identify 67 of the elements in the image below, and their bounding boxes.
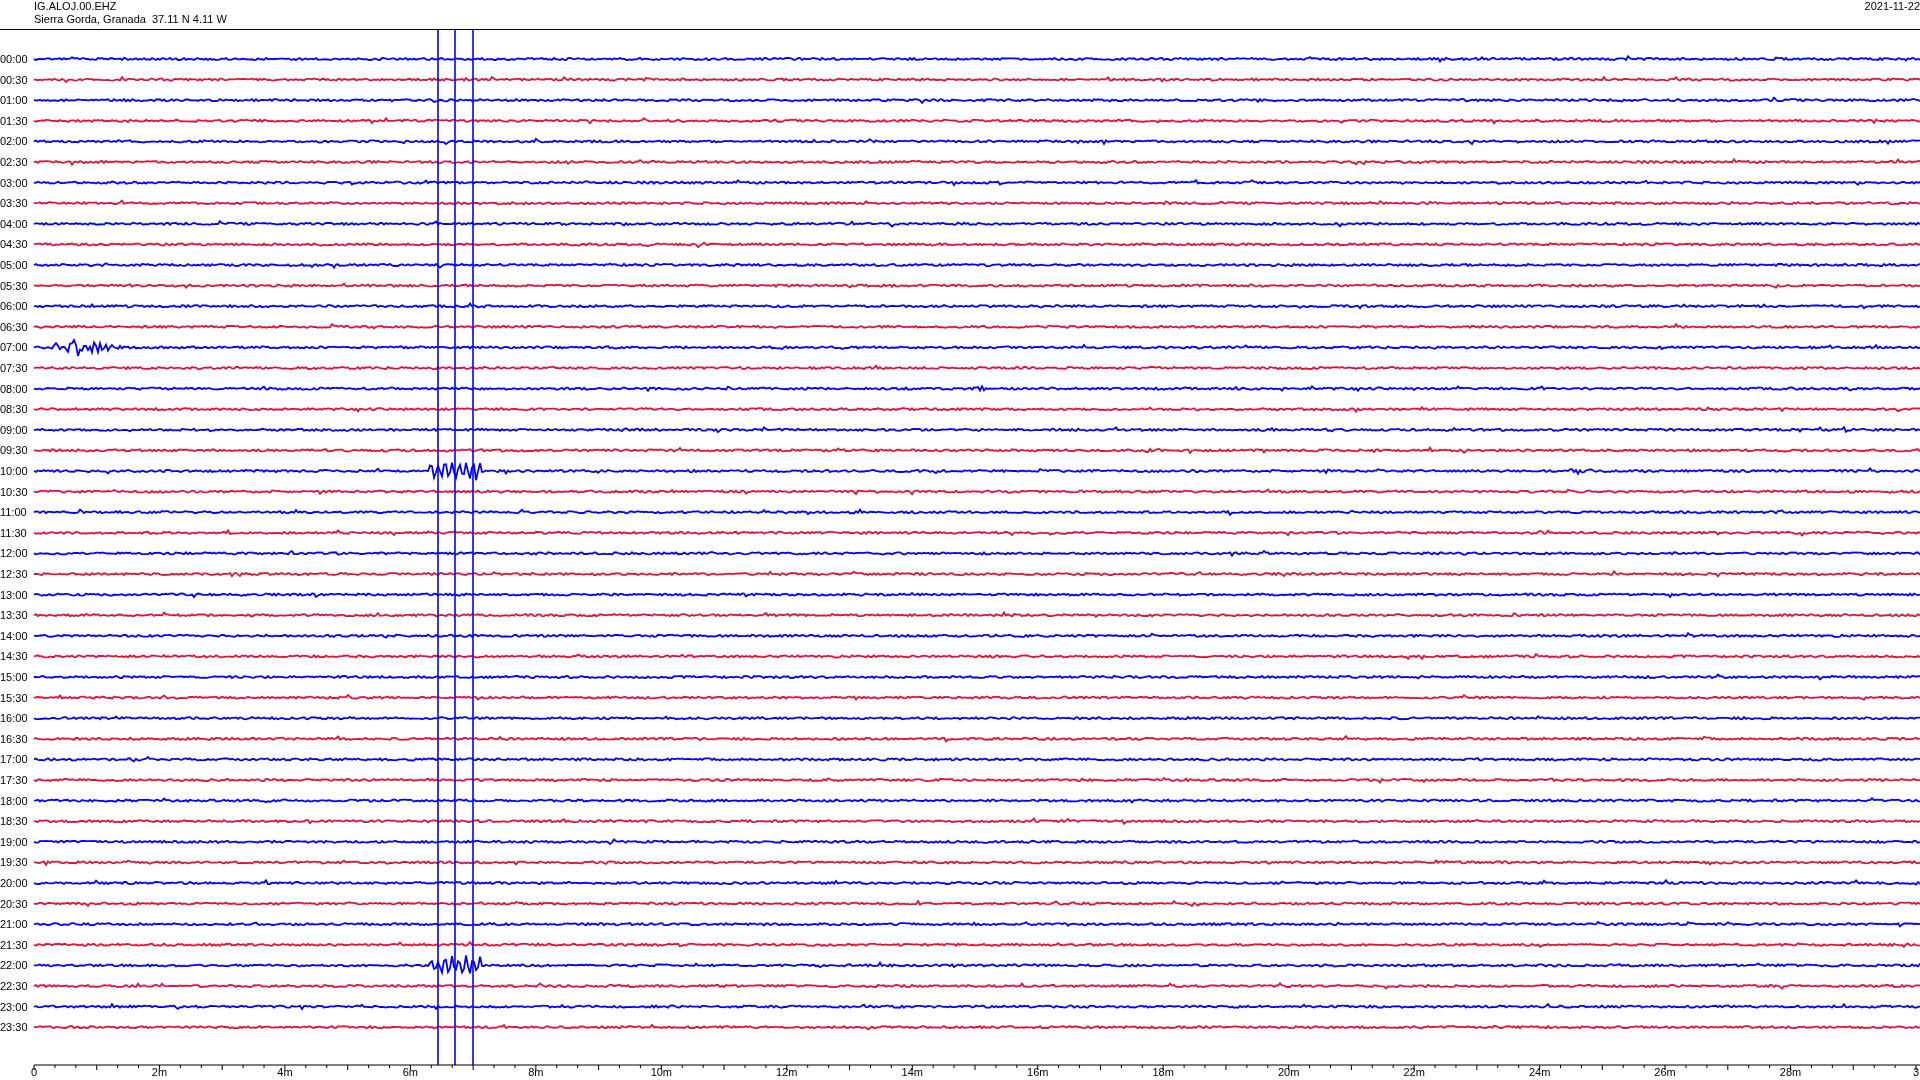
- axis-tick-label: 26m: [1654, 1066, 1676, 1078]
- time-label: 01:30: [0, 114, 28, 127]
- time-label: 03:00: [0, 176, 28, 189]
- time-label: 04:00: [0, 217, 28, 230]
- axis-tick-label: 0: [31, 1066, 38, 1078]
- time-label: 20:30: [0, 897, 28, 910]
- time-label: 11:00: [0, 506, 27, 519]
- time-label: 06:00: [0, 300, 28, 313]
- axis-tick-label: 14m: [901, 1066, 923, 1078]
- time-label: 23:00: [0, 1000, 28, 1013]
- time-label: 22:00: [0, 959, 28, 972]
- time-label: 08:30: [0, 403, 28, 416]
- time-label: 05:30: [0, 279, 28, 292]
- time-label: 09:00: [0, 423, 28, 436]
- time-label: 15:30: [0, 691, 28, 704]
- axis-tick-label: 8m: [528, 1066, 544, 1078]
- time-label: 08:00: [0, 382, 28, 395]
- time-label: 16:30: [0, 732, 28, 745]
- axis-tick-label: 20m: [1277, 1066, 1300, 1078]
- time-label: 07:00: [0, 341, 28, 354]
- time-label: 06:30: [0, 320, 28, 333]
- date-label: 2021-11-22: [1864, 0, 1920, 13]
- time-label: 18:30: [0, 815, 28, 828]
- time-label: 19:00: [0, 835, 28, 848]
- time-label: 04:30: [0, 238, 28, 251]
- time-label: 00:30: [0, 73, 28, 86]
- time-label: 02:30: [0, 156, 28, 168]
- time-label: 07:30: [0, 362, 28, 374]
- time-label: 12:00: [0, 547, 28, 560]
- axis-tick-label: 16m: [1027, 1066, 1049, 1078]
- time-label: 14:30: [0, 650, 28, 663]
- axis-tick-label: 10m: [650, 1066, 673, 1078]
- time-label: 14:00: [0, 629, 28, 642]
- time-label: 11:30: [0, 526, 27, 539]
- time-label: 20:00: [0, 877, 28, 889]
- axis-tick-label: 2m: [151, 1066, 168, 1078]
- time-label: 13:00: [0, 588, 28, 601]
- axis-tick-label: 22m: [1403, 1066, 1425, 1078]
- time-label: 00:00: [0, 53, 28, 65]
- station-info: Sierra Gorda, Granada 37.11 N 4.11 W: [34, 13, 227, 26]
- time-label: 19:30: [0, 856, 28, 869]
- channel-code: IG.ALOJ.00.EHZ: [34, 0, 118, 13]
- time-label: 10:00: [0, 465, 28, 477]
- time-label: 05:00: [0, 259, 28, 271]
- time-label: 16:00: [0, 712, 28, 725]
- time-label: 10:30: [0, 485, 28, 498]
- axis-tick-label: 6m: [402, 1066, 419, 1078]
- time-label: 21:00: [0, 918, 28, 931]
- axis-tick-label: 4m: [277, 1066, 293, 1078]
- time-label: 21:30: [0, 938, 28, 951]
- axis-tick-label: 18m: [1152, 1066, 1174, 1078]
- time-label: 03:30: [0, 197, 28, 210]
- time-label: 15:00: [0, 671, 28, 683]
- time-label: 12:30: [0, 568, 28, 580]
- axis-tick-label: 12m: [776, 1066, 798, 1078]
- time-label: 01:00: [0, 94, 28, 107]
- axis-tick-label: 3: [1913, 1066, 1920, 1078]
- axis-tick-label: 24m: [1528, 1066, 1551, 1078]
- time-label: 02:00: [0, 135, 28, 148]
- time-label: 09:30: [0, 444, 28, 457]
- time-label: 17:30: [0, 774, 28, 786]
- time-label: 13:30: [0, 609, 28, 622]
- time-label: 23:30: [0, 1021, 28, 1034]
- time-label: 18:00: [0, 794, 28, 807]
- time-label: 22:30: [0, 980, 28, 992]
- time-label: 17:00: [0, 753, 28, 766]
- axis-tick-label: 28m: [1779, 1066, 1802, 1078]
